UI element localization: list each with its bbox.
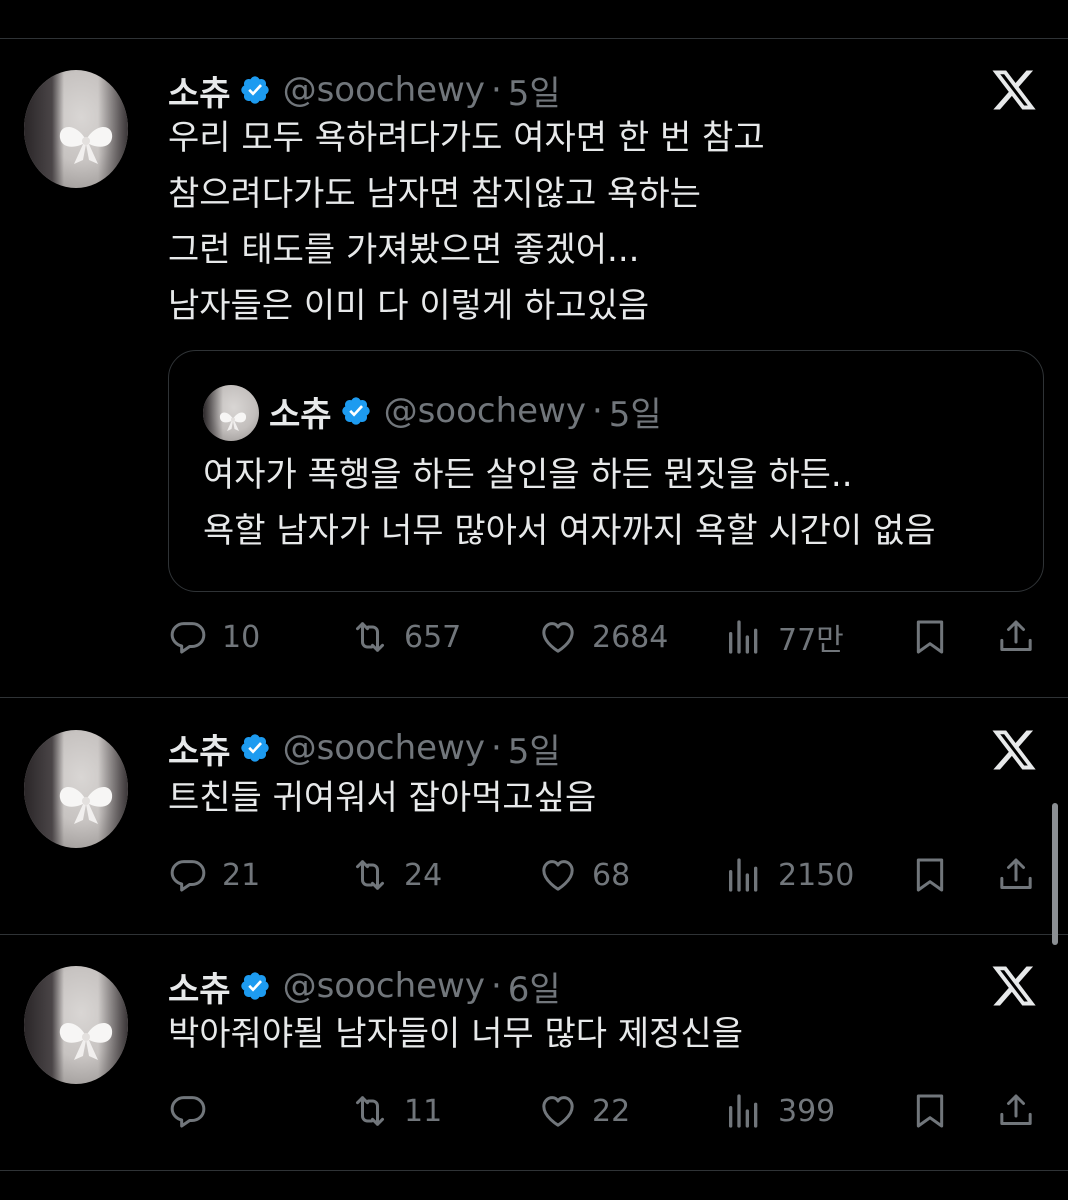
view-count: 2150 (778, 857, 855, 893)
reply-button[interactable] (168, 1086, 222, 1136)
action-bar: 11 22 399 (168, 1086, 1048, 1136)
like-icon (538, 617, 578, 657)
like-icon (538, 855, 578, 895)
share-button[interactable] (996, 612, 1036, 662)
like-button[interactable]: 68 (538, 850, 630, 900)
handle[interactable]: @soochewy (283, 966, 485, 1006)
action-bar: 21 24 68 2150 (168, 850, 1048, 900)
tweet-header: 소츄 @soochewy · 5일 (168, 724, 561, 773)
share-icon (996, 1091, 1036, 1131)
repost-button[interactable]: 24 (350, 850, 442, 900)
quote-avatar (203, 385, 259, 441)
handle[interactable]: @soochewy (283, 70, 485, 110)
bookmark-button[interactable] (910, 612, 950, 662)
reply-icon (168, 1091, 208, 1131)
verified-badge-icon (239, 732, 271, 764)
x-logo-icon[interactable] (990, 962, 1038, 1010)
like-count: 22 (592, 1093, 631, 1129)
reply-count: 10 (222, 619, 261, 655)
x-logo-icon[interactable] (990, 66, 1038, 114)
repost-count: 657 (404, 619, 462, 655)
views-button[interactable]: 399 (724, 1086, 835, 1136)
views-button[interactable]: 2150 (724, 850, 854, 900)
avatar[interactable] (24, 730, 128, 848)
views-icon (724, 855, 764, 895)
display-name[interactable]: 소츄 (168, 962, 231, 1011)
quote-display-name: 소츄 (269, 394, 332, 435)
top-divider (0, 38, 1068, 39)
reply-icon (168, 617, 208, 657)
bookmark-button[interactable] (910, 1086, 950, 1136)
timestamp[interactable]: 5일 (508, 66, 561, 115)
verified-badge-icon (239, 74, 271, 106)
repost-count: 24 (404, 857, 443, 893)
action-bar: 10 657 2684 77만 (168, 612, 1048, 662)
share-button[interactable] (996, 1086, 1036, 1136)
avatar[interactable] (24, 966, 128, 1084)
like-count: 2684 (592, 619, 669, 655)
tweet-divider (0, 1170, 1068, 1171)
tweet-text: 트친들 귀여워서 잡아먹고싶음 (168, 778, 597, 818)
x-logo-icon[interactable] (990, 726, 1038, 774)
scrollbar[interactable] (1052, 803, 1058, 945)
separator: · (490, 966, 502, 1006)
repost-icon (350, 1091, 390, 1131)
handle[interactable]: @soochewy (283, 728, 485, 768)
views-icon (724, 617, 764, 657)
reply-button[interactable]: 21 (168, 850, 260, 900)
like-icon (538, 1091, 578, 1131)
tweet-header: 소츄 @soochewy · 6일 (168, 962, 561, 1011)
repost-icon (350, 617, 390, 657)
separator: · (591, 391, 603, 431)
bookmark-icon (910, 617, 950, 657)
view-count: 77만 (778, 623, 844, 658)
share-icon (996, 617, 1036, 657)
views-button[interactable]: 77만 (724, 612, 844, 662)
bookmark-icon (910, 1091, 950, 1131)
quote-header: 소츄 @soochewy · 5일 (269, 389, 662, 435)
tweet-text: 우리 모두 욕하려다가도 여자면 한 번 참고 참으려다가도 남자면 참지않고 … (168, 118, 765, 326)
tweet-divider (0, 697, 1068, 698)
display-name[interactable]: 소츄 (168, 724, 231, 773)
quote-text: 여자가 폭행을 하든 살인을 하든 뭔짓을 하든.. 욕할 남자가 너무 많아서… (203, 455, 936, 551)
reply-button[interactable]: 10 (168, 612, 260, 662)
separator: · (490, 70, 502, 110)
quoted-tweet[interactable]: 소츄 @soochewy · 5일 여자가 폭행을 하든 살인을 하든 뭔짓을 … (168, 350, 1044, 592)
tweet-divider (0, 934, 1068, 935)
bookmark-icon (910, 855, 950, 895)
reply-count: 21 (222, 857, 261, 893)
separator: · (490, 728, 502, 768)
like-button[interactable]: 22 (538, 1086, 630, 1136)
timestamp[interactable]: 6일 (508, 962, 561, 1011)
verified-badge-icon (340, 395, 372, 427)
display-name[interactable]: 소츄 (168, 66, 231, 115)
tweet-text: 박아줘야될 남자들이 너무 많다 제정신을 (168, 1014, 743, 1054)
views-icon (724, 1091, 764, 1131)
quote-handle: @soochewy (383, 391, 586, 431)
bookmark-button[interactable] (910, 850, 950, 900)
quote-timestamp: 5일 (608, 394, 662, 435)
view-count: 399 (778, 1093, 836, 1129)
share-button[interactable] (996, 850, 1036, 900)
like-button[interactable]: 2684 (538, 612, 668, 662)
tweet-header: 소츄 @soochewy · 5일 (168, 66, 561, 115)
timestamp[interactable]: 5일 (508, 724, 561, 773)
share-icon (996, 855, 1036, 895)
repost-icon (350, 855, 390, 895)
verified-badge-icon (239, 970, 271, 1002)
repost-count: 11 (404, 1093, 443, 1129)
avatar[interactable] (24, 70, 128, 188)
like-count: 68 (592, 857, 631, 893)
repost-button[interactable]: 657 (350, 612, 461, 662)
repost-button[interactable]: 11 (350, 1086, 442, 1136)
reply-icon (168, 855, 208, 895)
